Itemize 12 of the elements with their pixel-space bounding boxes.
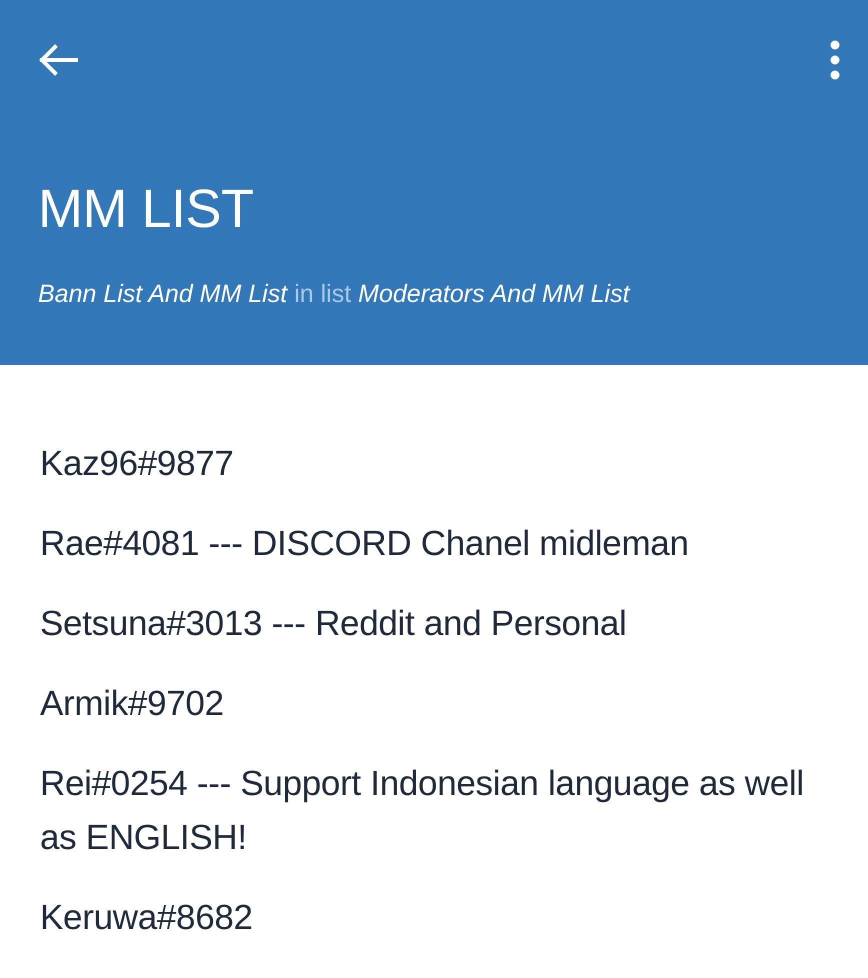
description-line: Setsuna#3013 --- Reddit and Personal [40,603,628,645]
description-line: Rei#0254 --- Support Indonesian language as well as ENGLISH! [40,763,805,859]
board-link[interactable]: Bann List And MM List [38,280,288,309]
description-line: Rae#4081 --- DISCORD Chanel midleman [40,523,690,565]
back-arrow-icon[interactable] [38,44,78,76]
breadcrumb-separator: in list [294,280,352,309]
list-link[interactable]: Moderators And MM List [358,280,630,309]
description-line: Armik#9702 [40,683,225,725]
description-line: Kaz96#9877 [40,443,235,485]
page-title: MM LIST [38,182,255,236]
description-line: Keruwa#8682 [40,897,254,939]
more-options-icon[interactable] [830,40,840,80]
